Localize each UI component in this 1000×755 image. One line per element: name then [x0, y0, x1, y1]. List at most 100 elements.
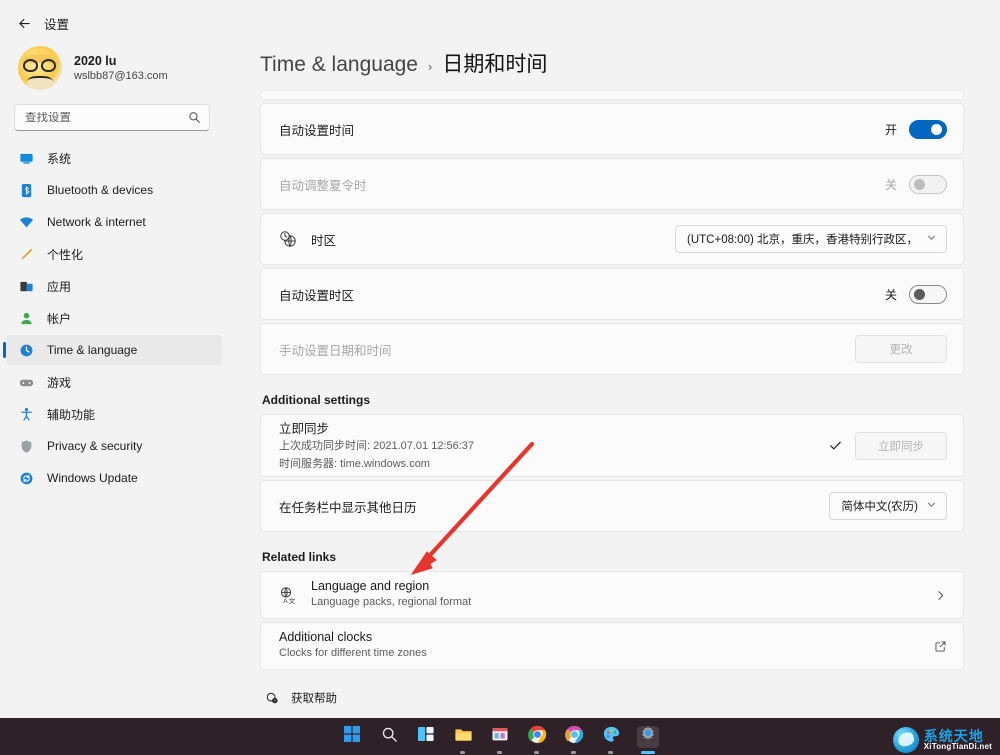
toggle-state-label: 开: [885, 121, 897, 138]
sidebar-item-label: 帐户: [47, 310, 71, 327]
section-heading-additional: Additional settings: [262, 393, 964, 407]
language-globe-icon: A 文: [279, 586, 297, 604]
sidebar-item-label: Network & internet: [47, 215, 146, 229]
row-additional-clocks[interactable]: Additional clocks Clocks for different t…: [260, 622, 964, 670]
row-set-time-zone-automatically[interactable]: 自动设置时区 关: [260, 268, 964, 320]
toggle-set-time-zone-automatically[interactable]: [909, 285, 947, 304]
account-tile[interactable]: ✦✦✦ 2020 lu wslbb87@163.com: [0, 34, 228, 90]
help-icon: ?: [264, 691, 279, 706]
row-title: Language and region: [311, 579, 471, 593]
taskbar-settings-button[interactable]: [637, 726, 659, 748]
sidebar-item-privacy-security[interactable]: Privacy & security: [6, 431, 222, 461]
row-title: 手动设置日期和时间: [279, 340, 392, 359]
watermark-cn: 系统天地: [924, 729, 992, 743]
globe-clock-icon: [279, 230, 297, 248]
settings-gear-icon: [639, 725, 657, 748]
taskbar-chrome-button[interactable]: [526, 726, 548, 748]
sidebar-item-bluetooth-devices[interactable]: Bluetooth & devices: [6, 175, 222, 205]
network-icon: [18, 214, 34, 230]
section-heading-related: Related links: [262, 550, 964, 564]
sidebar-item-label: Time & language: [47, 343, 137, 357]
time-language-icon: [18, 342, 34, 358]
toggle-set-time-automatically[interactable]: [909, 120, 947, 139]
select-time-zone[interactable]: (UTC+08:00) 北京，重庆，香港特别行政区，: [675, 225, 947, 253]
taskbar-file-explorer-button[interactable]: [452, 726, 474, 748]
toggle-state-label: 关: [885, 286, 897, 303]
checkmark-icon: [828, 438, 843, 453]
sidebar-item-time-language[interactable]: Time & language: [6, 335, 222, 365]
search-box[interactable]: [14, 104, 210, 131]
sync-now-button: 立即同步: [855, 432, 947, 460]
sidebar-item-label: Privacy & security: [47, 439, 142, 453]
svg-text:A: A: [283, 598, 288, 604]
breadcrumb: Time & language › 日期和时间: [228, 0, 1000, 78]
footer-links: ? 获取帮助 提供反馈: [260, 690, 964, 718]
accounts-icon: [18, 310, 34, 326]
settings-window: 设置 ✦✦✦ 2020 lu wslbb87@163.com: [0, 0, 1000, 755]
row-title: 自动设置时间: [279, 120, 354, 139]
sidebar-item-accessibility[interactable]: 辅助功能: [6, 399, 222, 429]
back-row[interactable]: 设置: [0, 0, 228, 34]
sidebar-item-personalization[interactable]: 个性化: [6, 239, 222, 269]
select-additional-calendar[interactable]: 简体中文(农历): [829, 492, 947, 520]
chevron-right-icon[interactable]: [934, 589, 947, 602]
row-time-zone[interactable]: 时区 (UTC+08:00) 北京，重庆，香港特别行政区，: [260, 213, 964, 265]
taskbar-search-button[interactable]: [378, 726, 400, 748]
time-server: 时间服务器: time.windows.com: [279, 456, 474, 473]
folder-icon: [454, 725, 473, 749]
sidebar-item-label: 应用: [47, 278, 71, 295]
sidebar-item-windows-update[interactable]: Windows Update: [6, 463, 222, 493]
chevron-down-icon: [926, 499, 937, 513]
svg-text:文: 文: [289, 596, 296, 604]
page-title: 日期和时间: [442, 48, 547, 78]
taskbar-widgets-button[interactable]: [415, 726, 437, 748]
change-button: 更改: [855, 335, 947, 363]
site-logo-icon: [893, 727, 919, 753]
row-title: 自动设置时区: [279, 285, 354, 304]
row-set-time-automatically[interactable]: 自动设置时间 开: [260, 103, 964, 155]
window-title: 设置: [44, 14, 69, 33]
search-container: [0, 90, 228, 131]
link-label: 获取帮助: [291, 690, 337, 706]
search-icon[interactable]: [188, 111, 201, 124]
bluetooth-icon: [18, 182, 34, 198]
watermark-en: XiTongTianDi.net: [924, 743, 992, 751]
update-icon: [18, 470, 34, 486]
external-link-icon[interactable]: [934, 640, 947, 653]
search-icon: [381, 726, 398, 748]
taskbar-chrome-canary-button[interactable]: [563, 726, 585, 748]
link-get-help[interactable]: ? 获取帮助: [264, 690, 964, 706]
taskbar-start-button[interactable]: [341, 726, 363, 748]
row-set-date-time-manually: 手动设置日期和时间 更改: [260, 323, 964, 375]
sidebar-item-label: Windows Update: [47, 471, 138, 485]
privacy-icon: [18, 438, 34, 454]
chrome-color-icon: [565, 725, 584, 749]
row-sync-now[interactable]: 立即同步 上次成功同步时间: 2021.07.01 12:56:37 时间服务器…: [260, 414, 964, 477]
account-email: wslbb87@163.com: [74, 70, 168, 82]
sidebar-item-label: 个性化: [47, 246, 83, 263]
sidebar-item-apps[interactable]: 应用: [6, 271, 222, 301]
taskbar-microsoft-store-button[interactable]: [489, 726, 511, 748]
row-title: Additional clocks: [279, 630, 427, 644]
taskbar: [0, 718, 1000, 755]
row-show-additional-calendars[interactable]: 在任务栏中显示其他日历 简体中文(农历): [260, 480, 964, 532]
row-title: 在任务栏中显示其他日历: [279, 497, 417, 516]
row-language-and-region[interactable]: A 文 Language and region Language packs, …: [260, 571, 964, 619]
sidebar: 设置 ✦✦✦ 2020 lu wslbb87@163.com: [0, 0, 228, 718]
breadcrumb-parent[interactable]: Time & language: [260, 53, 418, 77]
last-sync-time: 上次成功同步时间: 2021.07.01 12:56:37: [279, 438, 474, 455]
chrome-icon: [528, 725, 547, 749]
row-title: 时区: [311, 230, 336, 249]
taskbar-paint-button[interactable]: [600, 726, 622, 748]
sidebar-item-system[interactable]: 系统: [6, 143, 222, 173]
arrow-left-icon[interactable]: [16, 15, 32, 31]
avatar: ✦✦✦: [18, 46, 62, 90]
select-value: 简体中文(农历): [841, 498, 918, 514]
toggle-state-label: 关: [885, 176, 897, 193]
main-content: Time & language › 日期和时间 自动设置时间 开 自动调整夏令时: [228, 0, 1000, 718]
sidebar-item-accounts[interactable]: 帐户: [6, 303, 222, 333]
search-input[interactable]: [25, 112, 188, 124]
sidebar-item-network-internet[interactable]: Network & internet: [6, 207, 222, 237]
sidebar-item-gaming[interactable]: 游戏: [6, 367, 222, 397]
site-watermark: 系统天地 XiTongTianDi.net: [893, 727, 992, 753]
